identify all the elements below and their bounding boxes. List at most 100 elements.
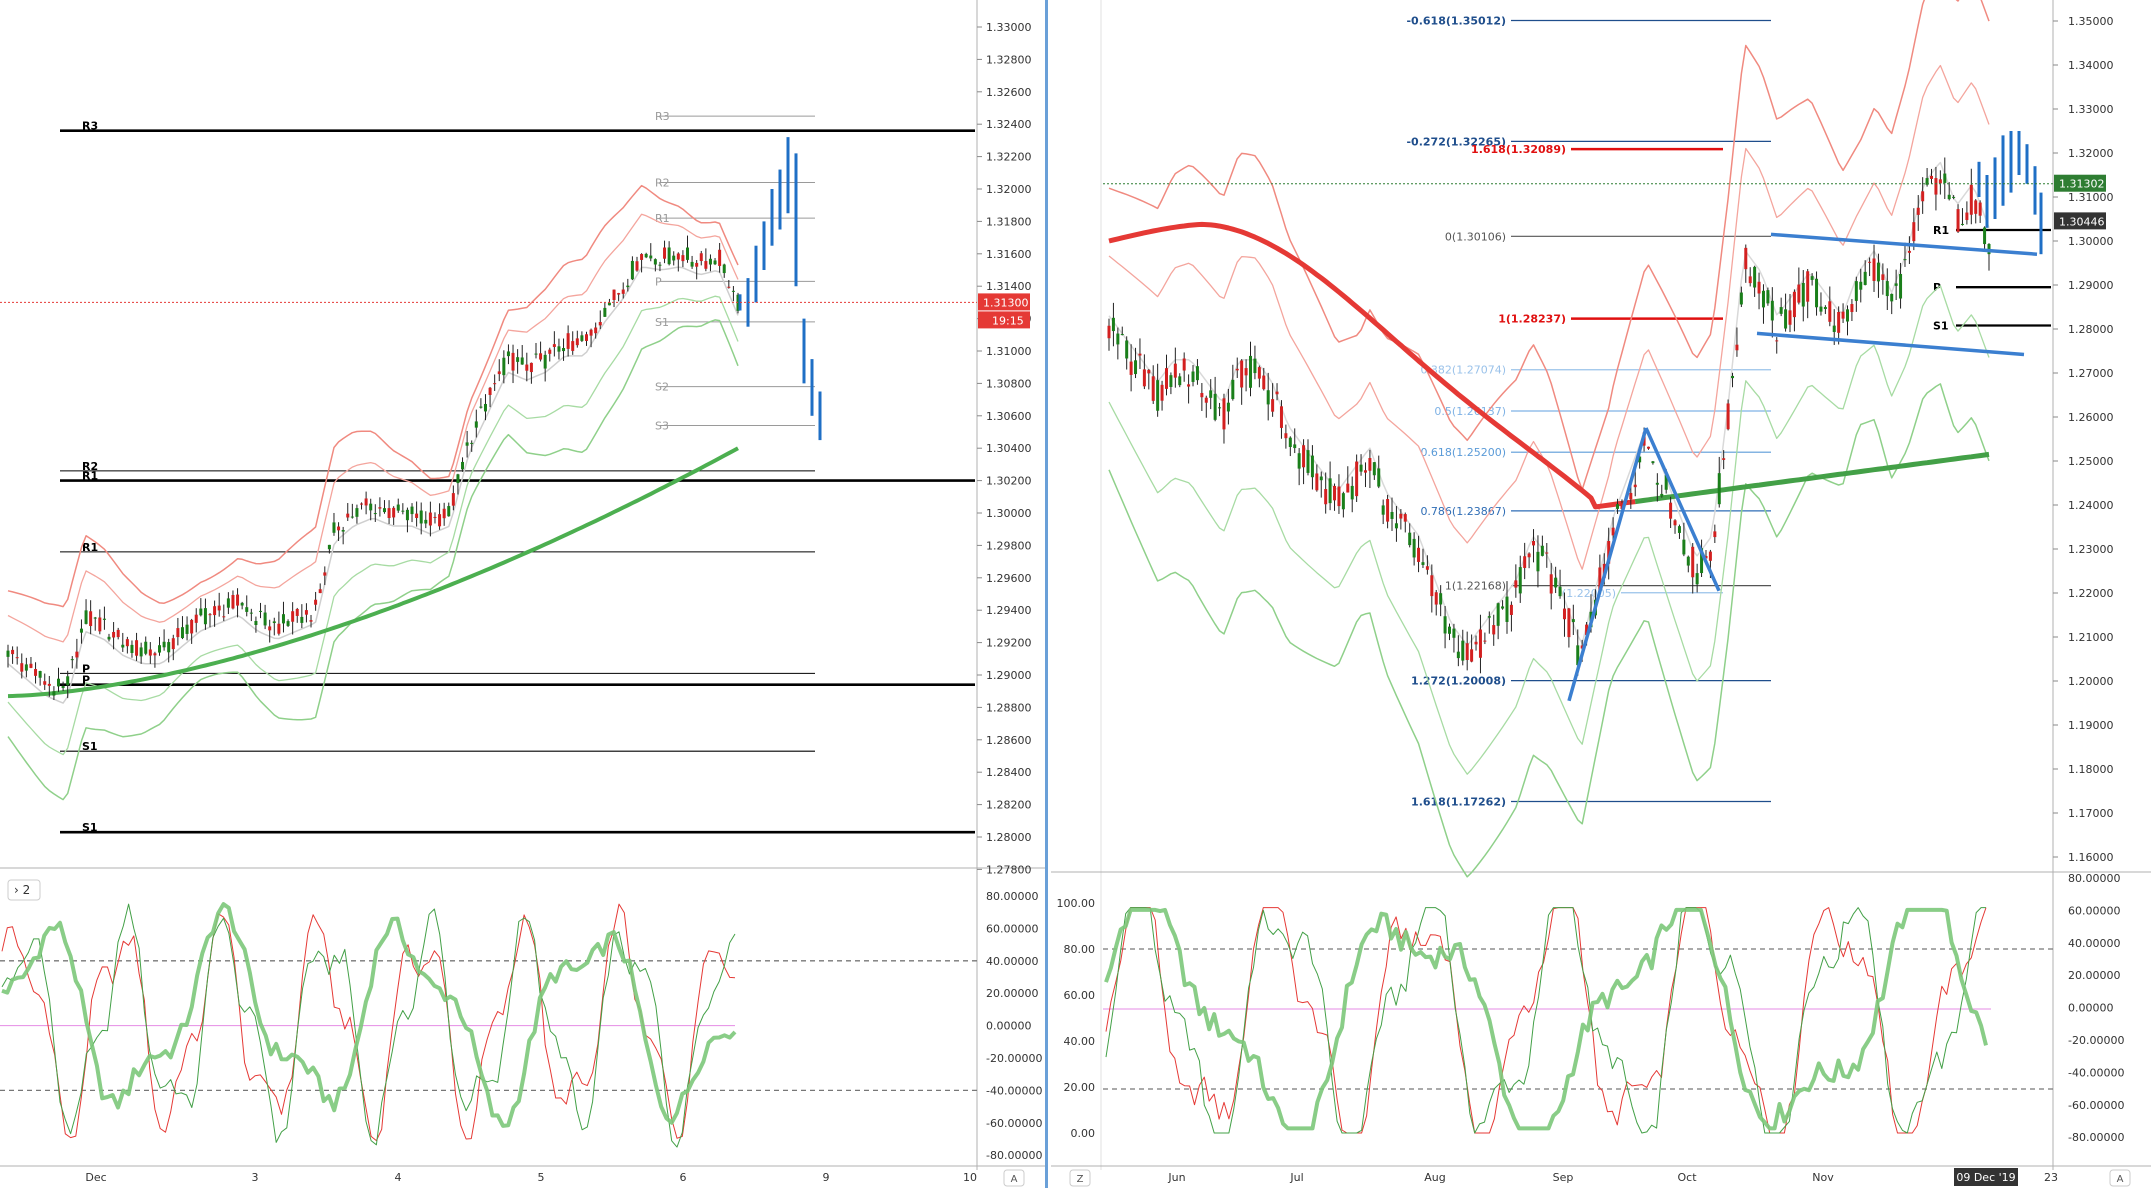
candle-body (1408, 532, 1412, 546)
candle-body (300, 616, 304, 623)
candle-body (617, 293, 621, 295)
price-axis-label: 1.32600 (986, 86, 1032, 99)
weekly-pivot-label: S2 (655, 381, 669, 394)
candle-body (1943, 173, 1947, 183)
left-chart-canvas[interactable]: 1.33000 1.32800 1.32600 1.32400 1.32200 1.320… (0, 0, 1045, 1188)
right-chart-canvas[interactable]: 1.35000 1.34000 1.33000 1.32000 1.31000 1.300… (1051, 0, 2151, 1188)
candle-body (1651, 461, 1655, 464)
candle-body (84, 610, 88, 624)
price-axis-label: 1.31000 (2068, 191, 2114, 204)
candle-body (483, 403, 487, 412)
fib-label: 0(1.30106) (1445, 230, 1506, 243)
candle-body (1616, 504, 1620, 509)
osc-fast-line (1105, 907, 1987, 1134)
candle-body (323, 572, 327, 576)
candle-body (502, 357, 506, 376)
candle-body (1501, 606, 1505, 609)
candle-body (396, 504, 400, 511)
price-axis-label: 1.30600 (986, 410, 1032, 423)
candle-body (690, 261, 694, 267)
fib-label: 0.786(1.23867) (1420, 505, 1506, 518)
candle-body (1297, 453, 1301, 469)
candle-body (1156, 380, 1160, 411)
candle-body (1302, 445, 1306, 468)
candle-body (676, 253, 680, 260)
candle-body (663, 247, 667, 259)
candle-body (29, 663, 33, 668)
candle-body (167, 642, 171, 653)
right-chart-panel[interactable]: 1.35000 1.34000 1.33000 1.32000 1.31000 1.300… (1051, 0, 2151, 1188)
osc-slow-line (1, 902, 737, 1128)
price-axis-label: 1.17000 (2068, 807, 2114, 820)
candle-body (529, 362, 533, 373)
pivot-label: R1 (1933, 224, 1949, 237)
candle-body (424, 519, 428, 524)
candle-body (369, 503, 373, 511)
candle-body (1629, 492, 1633, 500)
countdown-tag: 19:15 (992, 314, 1024, 327)
osc-badge: › 2 (14, 883, 30, 897)
candle-body (415, 513, 419, 518)
candle-body (1558, 586, 1562, 597)
candle-body (314, 599, 318, 605)
candle-body (1907, 250, 1911, 253)
candle-body (1956, 209, 1960, 232)
candle-body (1938, 179, 1942, 184)
fib-label: 1.618(1.32089) (1471, 143, 1566, 156)
candle-body (222, 616, 226, 618)
price-axis-label: 1.31800 (986, 215, 1032, 228)
candle-body (57, 678, 61, 687)
candle-body (327, 544, 331, 550)
candle-body (139, 647, 143, 657)
candle-body (1164, 368, 1168, 389)
price-axis-label: 1.26000 (2068, 411, 2114, 424)
candle-body (1492, 625, 1496, 635)
candle-body (1828, 301, 1832, 322)
candle-body (47, 683, 51, 686)
candle-body (1761, 290, 1765, 308)
candle-body (259, 610, 263, 612)
upper-band-outer (7, 184, 739, 608)
osc-right-axis-label: 60.00000 (2068, 904, 2121, 917)
candle-body (1890, 293, 1894, 302)
osc-right-axis-label: 20.00000 (2068, 969, 2121, 982)
candle-body (1487, 616, 1491, 618)
candle-body (1739, 292, 1743, 305)
candle-body (1434, 592, 1438, 605)
left-chart-panel[interactable]: 1.33000 1.32800 1.32600 1.32400 1.32200 1.320… (0, 0, 1048, 1188)
osc-right-axis-label: 80.00000 (2068, 872, 2121, 885)
price-axis-label: 1.18000 (2068, 763, 2114, 776)
candle-body (1178, 376, 1182, 386)
price-axis-label: 1.29800 (986, 539, 1032, 552)
candle-body (1859, 281, 1863, 290)
candle-body (1810, 276, 1814, 280)
candle-body (1195, 366, 1199, 381)
candle-body (1691, 546, 1695, 578)
candle-body (1669, 502, 1673, 519)
fib-label: 1(1.22168) (1445, 580, 1506, 593)
candle-body (112, 631, 116, 638)
price-axis-label: 1.31600 (986, 248, 1032, 261)
candle-body (1200, 393, 1204, 398)
price-axis-label: 1.29000 (986, 669, 1032, 682)
candle-body (24, 664, 28, 671)
candle-body (1978, 202, 1982, 216)
candle-body (1726, 403, 1730, 430)
second-price-tag: 1.30446 (2059, 215, 2105, 228)
candle-body (722, 264, 726, 274)
price-axis-label: 1.34000 (2068, 59, 2114, 72)
candle-body (1346, 483, 1350, 493)
candle-body (162, 641, 166, 648)
weekly-pivot-label: R2 (655, 177, 670, 190)
candle-body (479, 406, 483, 408)
current-price-tag: 1.31302 (2059, 178, 2105, 191)
fib-label: (1.22005) (1562, 587, 1616, 600)
candle-body (1151, 376, 1155, 401)
candle-body (341, 529, 345, 532)
candle-body (1969, 184, 1973, 215)
candle-body (1682, 539, 1686, 555)
candle-body (1819, 306, 1823, 312)
candle-body (373, 513, 377, 515)
candle-body (653, 259, 657, 265)
candle-body (1960, 223, 1964, 225)
